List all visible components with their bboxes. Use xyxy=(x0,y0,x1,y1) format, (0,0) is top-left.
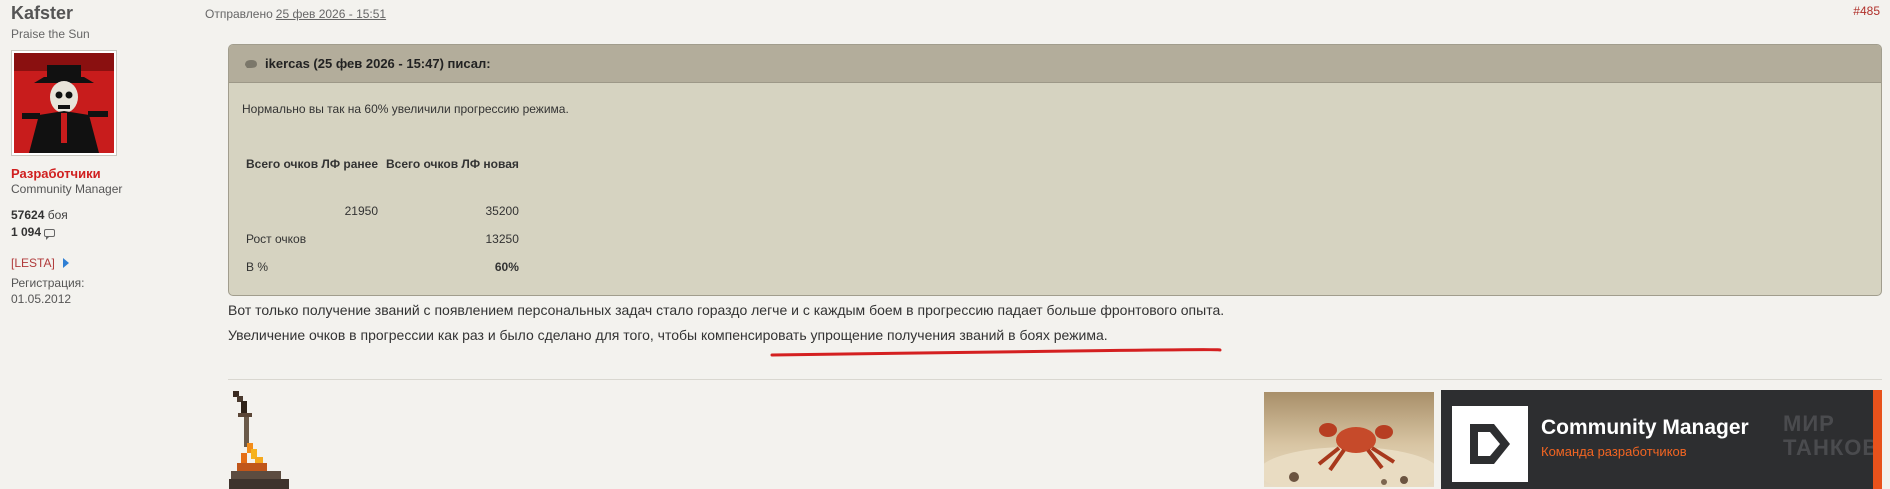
avatar-image xyxy=(14,53,114,153)
user-title: Praise the Sun xyxy=(11,27,90,41)
user-group: Разработчики xyxy=(11,166,101,181)
table-cell: В % xyxy=(246,260,269,274)
table-header: Всего очков ЛФ ранее xyxy=(246,157,378,171)
post-meta: Отправлено 25 фев 2026 - 15:51 xyxy=(205,7,386,21)
registration-date: 01.05.2012 xyxy=(11,292,72,306)
table-row: Рост очков 13250 xyxy=(242,225,523,253)
quote-block: ikercas (25 фев 2026 - 15:47) писал: Нор… xyxy=(228,44,1882,296)
watermark-line: МИР xyxy=(1783,411,1835,436)
username[interactable]: Kafster xyxy=(11,2,201,24)
table-row: 21950 35200 xyxy=(242,197,523,225)
quote-bubble-icon xyxy=(245,59,257,68)
clan-tag[interactable]: [LESTA] xyxy=(11,256,55,270)
quote-text: Нормально вы так на 60% увеличили прогре… xyxy=(242,102,569,116)
banner-title: Community Manager xyxy=(1541,416,1749,439)
quote-header: ikercas (25 фев 2026 - 15:47) писал: xyxy=(229,45,1881,83)
quote-body: Нормально вы так на 60% увеличили прогре… xyxy=(229,83,1881,281)
table-cell: 60% xyxy=(494,260,519,274)
quote-table: Всего очков ЛФ ранее Всего очков ЛФ нова… xyxy=(242,155,523,281)
community-manager-banner: Community Manager Команда разработчиков … xyxy=(1441,390,1882,489)
registration: Регистрация: 01.05.2012 xyxy=(11,275,201,307)
post-date-link[interactable]: 25 фев 2026 - 15:51 xyxy=(276,7,386,21)
user-panel: Kafster Praise the Sun Разработчики Comm… xyxy=(11,0,201,307)
posts-count: 1 094 xyxy=(11,224,201,241)
sent-label: Отправлено xyxy=(205,7,273,21)
avatar[interactable] xyxy=(11,50,117,156)
posts-value: 1 094 xyxy=(11,225,42,239)
registration-label: Регистрация: xyxy=(11,276,85,290)
banner-subtitle: Команда разработчиков xyxy=(1541,444,1687,459)
bonfire-sword-image xyxy=(229,391,289,489)
watermark-line: ТАНКОВ xyxy=(1783,435,1880,460)
user-role: Community Manager xyxy=(11,182,123,196)
table-cell: Рост очков xyxy=(246,232,307,246)
crab-image xyxy=(1264,392,1434,487)
battles-label: боя xyxy=(47,208,68,222)
red-underline-annotation xyxy=(770,348,1222,357)
banner-watermark: МИР ТАНКОВ xyxy=(1783,411,1880,460)
table-cell: 13250 xyxy=(485,232,519,246)
table-cell: 35200 xyxy=(485,204,519,218)
post-body: Вот только получение званий с появлением… xyxy=(228,298,1224,348)
signature-divider xyxy=(228,379,1882,380)
battles-count: 57624 боя xyxy=(11,207,201,224)
battles-value: 57624 xyxy=(11,208,45,222)
clan-link[interactable]: [LESTA] xyxy=(11,255,201,271)
post-number-link[interactable]: #485 xyxy=(1853,4,1880,18)
arrow-right-icon[interactable] xyxy=(62,258,69,268)
post-line: Увеличение очков в прогрессии как раз и … xyxy=(228,327,1108,343)
speech-bubble-icon xyxy=(44,228,56,240)
table-row: В % 60% xyxy=(242,253,523,281)
user-stats: 57624 боя 1 094 xyxy=(11,207,201,241)
table-header: Всего очков ЛФ новая xyxy=(386,157,519,171)
table-cell: 21950 xyxy=(344,204,378,218)
quote-author[interactable]: ikercas (25 фев 2026 - 15:47) писал: xyxy=(265,56,491,71)
post-line: Вот только получение званий с появлением… xyxy=(228,302,1225,318)
lesta-logo-icon xyxy=(1452,406,1528,482)
